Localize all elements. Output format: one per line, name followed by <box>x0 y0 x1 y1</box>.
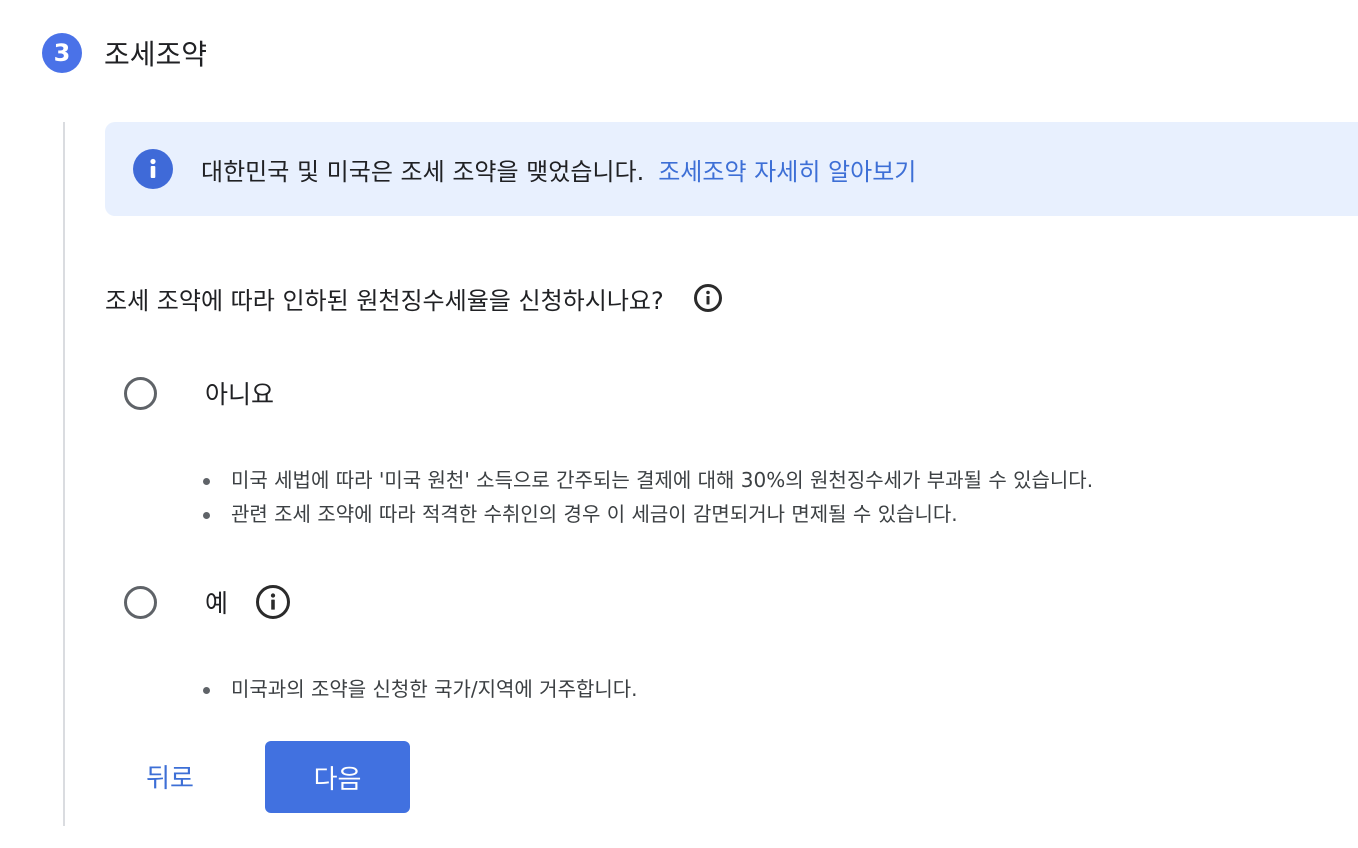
step-header: 3 조세조약 <box>42 33 207 73</box>
option-no-bullets: 미국 세법에 따라 '미국 원천' 소득으로 간주되는 결제에 대해 30%의 … <box>203 463 1093 531</box>
info-outline-icon[interactable] <box>693 284 722 312</box>
radio-yes[interactable] <box>124 585 157 619</box>
banner-text: 대한민국 및 미국은 조세 조약을 맺었습니다. <box>201 157 645 186</box>
next-button[interactable]: 다음 <box>265 741 410 813</box>
option-yes-label: 예 <box>205 589 229 618</box>
tax-treaty-step: 3 조세조약 대한민국 및 미국은 조세 조약을 맺었습니다. 조세조약 자세히… <box>0 0 1358 848</box>
learn-more-link[interactable]: 조세조약 자세히 알아보기 <box>658 152 916 187</box>
step-title: 조세조약 <box>104 38 208 71</box>
step-rail <box>63 122 65 826</box>
option-yes[interactable]: 예 <box>124 584 291 620</box>
step-number-badge: 3 <box>42 33 82 73</box>
info-icon <box>133 149 173 189</box>
radio-no[interactable] <box>124 376 157 410</box>
option-yes-bullets: 미국과의 조약을 신청한 국가/지역에 거주합니다. <box>203 672 638 706</box>
question-text: 조세 조약에 따라 인하된 원천징수세율을 신청하시나요? <box>105 286 664 315</box>
list-item: 미국과의 조약을 신청한 국가/지역에 거주합니다. <box>203 672 638 706</box>
option-no-label: 아니요 <box>205 380 275 409</box>
list-item: 미국 세법에 따라 '미국 원천' 소득으로 간주되는 결제에 대해 30%의 … <box>203 463 1093 497</box>
question: 조세 조약에 따라 인하된 원천징수세율을 신청하시나요? <box>105 278 722 318</box>
option-no[interactable]: 아니요 <box>124 375 274 411</box>
back-button[interactable]: 뒤로 <box>130 756 210 796</box>
info-outline-icon[interactable] <box>256 585 291 619</box>
info-banner: 대한민국 및 미국은 조세 조약을 맺었습니다. 조세조약 자세히 알아보기 <box>105 122 1358 216</box>
list-item: 관련 조세 조약에 따라 적격한 수취인의 경우 이 세금이 감면되거나 면제될… <box>203 497 1093 531</box>
